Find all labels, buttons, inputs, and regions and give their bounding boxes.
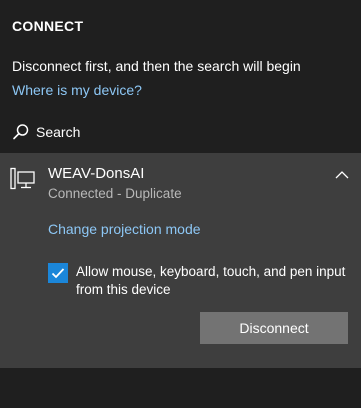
search-icon — [13, 124, 29, 140]
checkmark-icon — [51, 268, 65, 279]
allow-input-checkbox[interactable] — [48, 263, 68, 283]
disconnect-message: Disconnect first, and then the search wi… — [12, 58, 301, 74]
device-name: WEAV-DonsAI — [48, 165, 145, 182]
allow-input-label: Allow mouse, keyboard, touch, and pen in… — [76, 264, 346, 297]
chevron-up-icon[interactable] — [334, 169, 350, 181]
search-button[interactable]: Search — [12, 122, 80, 142]
device-card: WEAV-DonsAI Connected - Duplicate Change… — [0, 153, 361, 368]
device-status: Connected - Duplicate — [48, 186, 182, 201]
display-device-icon — [10, 167, 35, 190]
change-projection-mode-link[interactable]: Change projection mode — [48, 221, 201, 237]
where-is-my-device-link[interactable]: Where is my device? — [12, 82, 142, 98]
disconnect-button[interactable]: Disconnect — [200, 312, 348, 344]
panel-title: CONNECT — [12, 18, 84, 34]
search-label: Search — [36, 124, 81, 140]
connect-panel: CONNECT Disconnect first, and then the s… — [0, 0, 361, 408]
